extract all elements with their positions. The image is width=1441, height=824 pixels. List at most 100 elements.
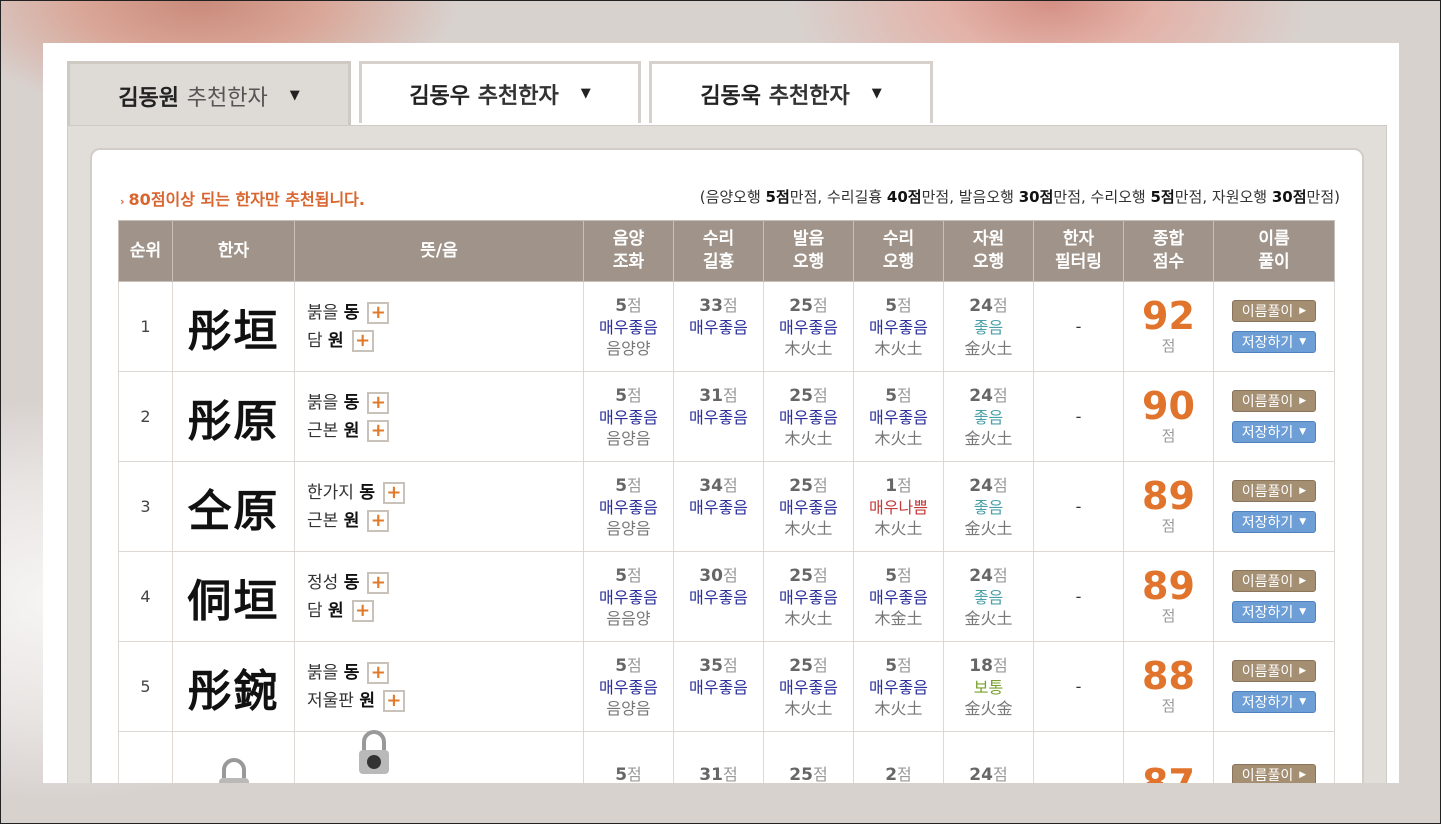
rank-cell: 1 bbox=[118, 281, 173, 372]
save-button[interactable]: 저장하기 ▼ bbox=[1232, 421, 1316, 443]
score-unit: 점 bbox=[722, 655, 738, 675]
plus-icon[interactable]: + bbox=[367, 571, 390, 594]
rank-cell: 4 bbox=[118, 551, 173, 642]
name-interp-button[interactable]: 이름풀이 ▶ bbox=[1232, 390, 1316, 412]
button-label: 이름풀이 bbox=[1241, 574, 1294, 590]
meaning-line-1: 한가지 동 + bbox=[307, 479, 583, 507]
score-label: 매우좋음 bbox=[779, 407, 838, 427]
suri-elem-cell: 1점 매우나쁨 木火土 bbox=[853, 461, 944, 552]
plus-icon[interactable]: + bbox=[367, 419, 390, 442]
save-button[interactable]: 저장하기 ▼ bbox=[1232, 691, 1316, 713]
meaning-cell bbox=[294, 730, 584, 783]
score-value: 2 bbox=[885, 765, 898, 783]
triangle-down-icon: ▼ bbox=[1299, 337, 1307, 347]
plus-icon[interactable]: + bbox=[351, 329, 374, 352]
score-value: 25 bbox=[789, 295, 813, 316]
save-button[interactable]: 저장하기 ▼ bbox=[1232, 511, 1316, 533]
button-label: 이름풀이 bbox=[1241, 304, 1294, 320]
hanja-table: 순위 한자 뜻/음 음양 조화 수리 길흉 발음 오행 수리 오행 자원 오행 한자 필터링… bbox=[118, 220, 1335, 783]
plus-icon[interactable]: + bbox=[367, 509, 390, 532]
th-meaning: 뜻/음 bbox=[294, 220, 584, 282]
th-line: 조화 bbox=[612, 252, 645, 272]
score-unit: 점 bbox=[627, 295, 642, 315]
score-value: 24 bbox=[969, 565, 993, 586]
save-button[interactable]: 저장하기 ▼ bbox=[1232, 331, 1316, 353]
tab-name-label: 김동원 bbox=[118, 85, 180, 111]
button-label: 이름풀이 bbox=[1241, 484, 1294, 500]
filter-cell bbox=[1033, 731, 1124, 783]
score-value: 5 bbox=[885, 385, 898, 406]
meaning-text: 정성 bbox=[307, 572, 339, 593]
scoring-part: 수리길흉 bbox=[826, 188, 887, 206]
score-label: 매우좋음 bbox=[689, 587, 748, 607]
score-label: 좋음 bbox=[973, 587, 1004, 607]
yinyang-cell: 5점 매우좋음 음양음 bbox=[583, 461, 674, 552]
reading-text: 원 bbox=[343, 420, 360, 441]
action-cell: 이름풀이 ▶ 저장하기 ▼ bbox=[1213, 641, 1335, 732]
plus-icon[interactable]: + bbox=[382, 481, 405, 504]
meaning-cell: 붉을 동 + 담 원 + bbox=[294, 281, 584, 372]
table-row: 4 侗垣 정성 동 + 담 원 + 5점 매우좋음 음음양 30점 매우좋음 25점… bbox=[118, 551, 1335, 642]
meaning-cell: 한가지 동 + 근본 원 + bbox=[294, 461, 584, 552]
plus-icon[interactable]: + bbox=[351, 599, 374, 622]
th-line: 필터링 bbox=[1055, 252, 1102, 272]
score-value: 1 bbox=[885, 475, 898, 496]
tab-name-1[interactable]: 김동원 추천한자 ▼ bbox=[67, 61, 351, 127]
score-label: 보통 bbox=[973, 677, 1004, 697]
name-interp-button[interactable]: 이름풀이 ▶ bbox=[1232, 660, 1316, 682]
name-interp-button[interactable]: 이름풀이 ▶ bbox=[1232, 764, 1316, 783]
name-interp-button[interactable]: 이름풀이 ▶ bbox=[1232, 480, 1316, 502]
pron-cell: 25점 매우좋음 木火土 bbox=[763, 371, 854, 462]
hanja-cell: 仝原 bbox=[172, 461, 295, 552]
th-filter: 한자 필터링 bbox=[1033, 220, 1124, 282]
score-unit: 점 bbox=[627, 385, 642, 405]
plus-icon[interactable]: + bbox=[367, 661, 390, 684]
rank-cell: 3 bbox=[118, 461, 173, 552]
scoring-value: 30점 bbox=[1271, 188, 1307, 206]
score-label: 매우나쁨 bbox=[869, 497, 928, 517]
meaning-cell: 붉을 동 + 근본 원 + bbox=[294, 371, 584, 462]
score-element: 木火土 bbox=[784, 338, 833, 358]
button-label: 저장하기 bbox=[1241, 515, 1294, 531]
scoring-suffix: 만점, bbox=[1053, 188, 1091, 206]
score-value: 31 bbox=[699, 385, 723, 406]
plus-icon[interactable]: + bbox=[367, 391, 390, 414]
score-label: 매우좋음 bbox=[599, 587, 658, 607]
scoring-suffix: 만점, bbox=[789, 188, 827, 206]
reading-text: 동 bbox=[343, 572, 360, 593]
score-unit: 점 bbox=[897, 765, 912, 783]
score-value: 33 bbox=[699, 295, 723, 316]
th-line: 종합 bbox=[1152, 229, 1185, 249]
save-button[interactable]: 저장하기 ▼ bbox=[1232, 601, 1316, 623]
th-line: 오행 bbox=[882, 252, 915, 272]
suri-cell: 31점 매우좋음 bbox=[673, 371, 764, 462]
score-element: 木火土 bbox=[874, 518, 923, 538]
score-unit: 점 bbox=[897, 295, 912, 315]
name-interp-button[interactable]: 이름풀이 ▶ bbox=[1232, 300, 1316, 322]
filter-cell: - bbox=[1033, 461, 1124, 552]
score-label: 매우좋음 bbox=[599, 317, 658, 337]
plus-icon[interactable]: + bbox=[367, 301, 390, 324]
filter-cell: - bbox=[1033, 551, 1124, 642]
score-unit: 점 bbox=[812, 475, 828, 495]
score-label: 좋음 bbox=[973, 497, 1004, 517]
triangle-right-icon: ▶ bbox=[1299, 576, 1307, 586]
name-interp-button[interactable]: 이름풀이 ▶ bbox=[1232, 570, 1316, 592]
score-element: 木火土 bbox=[874, 698, 923, 718]
tab-name-3[interactable]: 김동욱 추천한자 ▼ bbox=[649, 61, 933, 123]
score-unit: 점 bbox=[992, 765, 1008, 783]
th-suri: 수리 길흉 bbox=[673, 220, 764, 282]
th-line: 발음 bbox=[792, 229, 825, 249]
th-line: 풀이 bbox=[1258, 252, 1290, 272]
button-label: 이름풀이 bbox=[1241, 768, 1294, 783]
suri-cell: 33점 매우좋음 bbox=[673, 281, 764, 372]
tab-name-2[interactable]: 김동우 추천한자 ▼ bbox=[359, 61, 641, 123]
score-label: 매우좋음 bbox=[779, 677, 838, 697]
score-unit: 점 bbox=[812, 765, 828, 783]
score-unit: 점 bbox=[722, 385, 738, 405]
filter-cell: - bbox=[1033, 281, 1124, 372]
th-line: 수리 bbox=[882, 229, 915, 249]
tab-suffix-label: 추천한자 bbox=[768, 83, 850, 109]
th-line: 오행 bbox=[792, 252, 825, 272]
plus-icon[interactable]: + bbox=[382, 689, 405, 712]
